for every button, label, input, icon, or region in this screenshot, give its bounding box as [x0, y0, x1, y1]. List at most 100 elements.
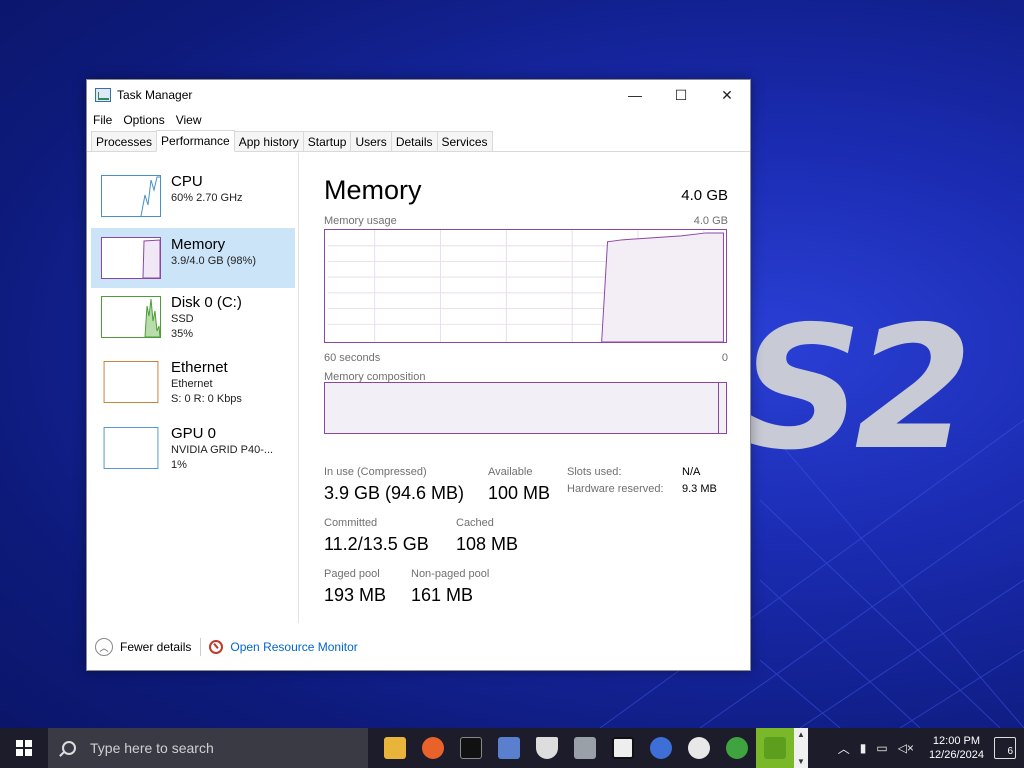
- committed-value: 11.2/13.5 GB: [324, 534, 429, 554]
- device-manager-icon[interactable]: [566, 728, 604, 768]
- sidebar-item-ethernet[interactable]: Ethernet Ethernet S: 0 R: 0 Kbps: [91, 357, 295, 417]
- minimize-button[interactable]: —: [612, 80, 658, 110]
- paged-pool-value: 193 MB: [324, 585, 387, 605]
- memory-composition-bar[interactable]: [324, 382, 727, 434]
- committed-label: Committed: [324, 517, 378, 529]
- taskbar-pinned-apps: [376, 728, 794, 768]
- terminal-icon[interactable]: [452, 728, 490, 768]
- xbox-icon[interactable]: [718, 728, 756, 768]
- sidebar-item-detail: 60% 2.70 GHz: [171, 192, 243, 204]
- battery-icon[interactable]: ▮: [860, 741, 867, 755]
- taskbar-scrollbar[interactable]: ▲ ▼: [794, 728, 808, 768]
- security-shield-icon[interactable]: [528, 728, 566, 768]
- sidebar-item-detail-2: S: 0 R: 0 Kbps: [171, 393, 242, 405]
- file-explorer-icon[interactable]: [376, 728, 414, 768]
- composition-divider: [718, 383, 720, 433]
- gear-icon[interactable]: [680, 728, 718, 768]
- usage-graph-max: 4.0 GB: [693, 215, 728, 227]
- close-button[interactable]: ✕: [704, 80, 750, 110]
- slots-used-label: Slots used:: [567, 466, 622, 478]
- sidebar-item-detail-2: 1%: [171, 459, 187, 471]
- app-flower-icon[interactable]: [642, 728, 680, 768]
- menu-view[interactable]: View: [176, 113, 202, 127]
- sidebar-item-label: Memory: [171, 236, 226, 253]
- nonpaged-pool-value: 161 MB: [411, 585, 474, 605]
- memory-total: 4.0 GB: [681, 187, 728, 204]
- sidebar-item-label: Ethernet: [171, 359, 228, 376]
- sidebar-item-label: CPU: [171, 173, 203, 190]
- taskbar: Type here to search ▲ ▼ ︿ ▮ ▭ ◁× 12:00 PM…: [0, 728, 1024, 768]
- tab-users[interactable]: Users: [350, 131, 392, 151]
- notification-center-icon[interactable]: 6: [994, 737, 1016, 759]
- available-label: Available: [488, 466, 533, 478]
- notification-count: 6: [1007, 746, 1013, 757]
- tab-startup[interactable]: Startup: [302, 131, 352, 151]
- tab-performance[interactable]: Performance: [156, 130, 235, 152]
- menu-options[interactable]: Options: [123, 113, 164, 127]
- task-manager-icon: [95, 88, 111, 102]
- open-resource-monitor-link[interactable]: Open Resource Monitor: [230, 640, 357, 654]
- chevron-up-icon[interactable]: ︿: [838, 740, 850, 757]
- tab-strip: Processes Performance App history Startu…: [87, 130, 750, 152]
- desktop-logo: S2: [740, 290, 973, 488]
- network-icon[interactable]: ▭: [876, 741, 887, 755]
- in-use-label: In use (Compressed): [324, 466, 427, 478]
- search-placeholder: Type here to search: [90, 740, 214, 756]
- menu-file[interactable]: File: [93, 113, 112, 127]
- gpu-thumbnail: [101, 427, 161, 469]
- tab-app-history[interactable]: App history: [233, 131, 304, 151]
- available-value: 100 MB: [488, 483, 551, 503]
- paged-pool-label: Paged pool: [324, 568, 380, 580]
- network-tool-icon[interactable]: [490, 728, 528, 768]
- clock[interactable]: 12:00 PM 12/26/2024: [929, 734, 984, 762]
- memory-details-pane: Memory 4.0 GB Memory usage 4.0 GB 60 sec…: [324, 153, 728, 623]
- sidebar-item-cpu[interactable]: CPU 60% 2.70 GHz: [91, 171, 295, 231]
- maximize-button[interactable]: ☐: [658, 80, 704, 110]
- sidebar-item-label: GPU 0: [171, 425, 217, 442]
- task-manager-window: Task Manager — ☐ ✕ File Options View Pro…: [86, 79, 751, 671]
- volume-muted-icon[interactable]: ◁×: [898, 741, 914, 755]
- time-axis-right: 0: [721, 352, 728, 364]
- window-controls: — ☐ ✕: [612, 80, 750, 110]
- tab-processes[interactable]: Processes: [91, 131, 158, 151]
- ethernet-thumbnail: [101, 361, 161, 403]
- page-title: Memory: [324, 175, 422, 205]
- footer-bar: ︿ Fewer details Open Resource Monitor: [87, 632, 750, 662]
- nonpaged-pool-label: Non-paged pool: [411, 568, 490, 580]
- chevron-up-icon[interactable]: ︿: [95, 638, 113, 656]
- menu-bar: File Options View: [87, 110, 750, 130]
- sidebar-item-detail: NVIDIA GRID P40-...: [171, 444, 274, 456]
- tab-services[interactable]: Services: [436, 131, 493, 151]
- in-use-value: 3.9 GB (94.6 MB): [324, 483, 465, 503]
- memory-thumbnail: [101, 237, 161, 279]
- resource-monitor-icon: [209, 640, 224, 654]
- memory-usage-graph: [324, 229, 727, 343]
- title-bar[interactable]: Task Manager — ☐ ✕: [87, 80, 750, 110]
- clock-date: 12/26/2024: [928, 749, 984, 761]
- sidebar-item-detail: SSD: [171, 313, 194, 325]
- hardware-reserved-label: Hardware reserved:: [567, 483, 664, 495]
- time-axis-left: 60 seconds: [324, 352, 381, 364]
- sidebar-item-memory[interactable]: Memory 3.9/4.0 GB (98%): [91, 228, 295, 288]
- firefox-icon[interactable]: [414, 728, 452, 768]
- system-tray: ︿ ▮ ▭ ◁× 12:00 PM 12/26/2024 6: [833, 728, 1024, 768]
- disk-thumbnail: [101, 296, 161, 338]
- start-button[interactable]: [0, 728, 48, 768]
- tab-details[interactable]: Details: [390, 131, 438, 151]
- sidebar-item-label: Disk 0 (C:): [171, 294, 242, 311]
- window-title: Task Manager: [117, 88, 193, 102]
- windows-logo-icon: [16, 740, 32, 756]
- usage-graph-label: Memory usage: [324, 215, 397, 227]
- sidebar-item-gpu[interactable]: GPU 0 NVIDIA GRID P40-... 1%: [91, 423, 295, 483]
- sidebar-item-detail: 3.9/4.0 GB (98%): [171, 255, 256, 267]
- slots-used-value: N/A: [682, 466, 701, 478]
- sidebar-item-disk[interactable]: Disk 0 (C:) SSD 35%: [91, 292, 295, 352]
- taskbar-search[interactable]: Type here to search: [48, 728, 368, 768]
- divider: [200, 638, 202, 656]
- nvidia-icon[interactable]: [756, 728, 794, 768]
- 7zip-icon[interactable]: [604, 728, 642, 768]
- fewer-details-link[interactable]: Fewer details: [120, 640, 191, 654]
- search-icon: [62, 741, 76, 755]
- clock-time: 12:00 PM: [932, 735, 981, 747]
- hardware-reserved-value: 9.3 MB: [682, 483, 717, 495]
